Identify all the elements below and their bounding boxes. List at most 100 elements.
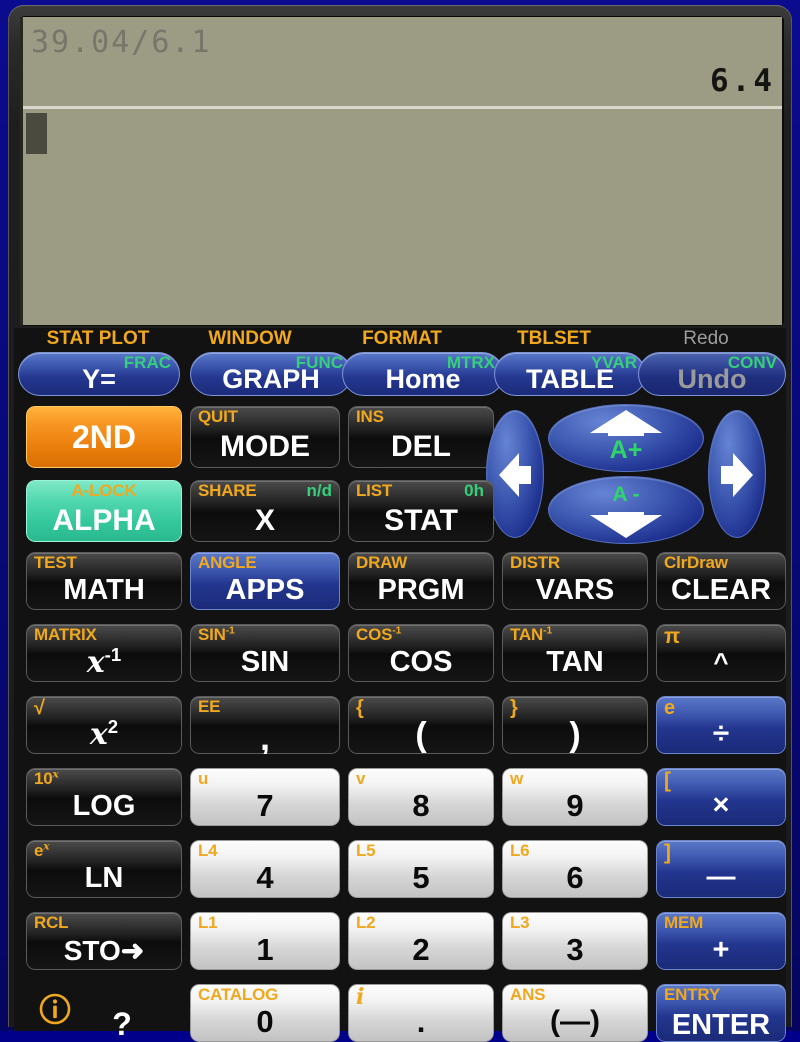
key-x-inverse[interactable]: MATRIX x-1 [26,624,182,682]
key-multiply[interactable]: [ × [656,768,786,826]
key-8[interactable]: v 8 [348,768,494,826]
key-8-label: 8 [412,788,430,823]
key-info-label: ? [112,1006,132,1042]
key-sin[interactable]: SIN-1 SIN [190,624,340,682]
key-vars[interactable]: DISTR VARS [502,552,648,610]
key-home[interactable]: MTRX Home [342,352,504,396]
key-arrow-left[interactable] [486,410,544,538]
label-tblset: TBLSET [517,328,591,349]
key-math-label: MATH [63,574,145,606]
key-0-secondary: CATALOG [198,985,279,1004]
key-del-label: DEL [391,430,451,463]
key-4-secondary: L4 [198,841,218,860]
key-3-secondary: L3 [510,913,530,932]
key-6-label: 6 [566,860,584,895]
key-1[interactable]: L1 1 [190,912,340,970]
key-y-equals[interactable]: FRAC Y= [18,352,180,396]
key-clear[interactable]: ClrDraw CLEAR [656,552,786,610]
key-x-squared[interactable]: √ x2 [26,696,182,754]
key-4[interactable]: L4 4 [190,840,340,898]
key-minus-secondary: ] [664,841,671,864]
key-divide[interactable]: e ÷ [656,696,786,754]
key-log[interactable]: 10x LOG [26,768,182,826]
key-store-label: STO➜ [63,935,145,966]
key-enter[interactable]: ENTRY ENTER [656,984,786,1042]
key-cos-label: COS [389,646,453,678]
key-power[interactable]: π ^ [656,624,786,682]
key-store[interactable]: RCL STO➜ [26,912,182,970]
key-2nd-label: 2ND [71,419,136,455]
key-0-label: 0 [256,1004,274,1039]
key-5[interactable]: L5 5 [348,840,494,898]
key-arrow-right[interactable] [708,410,766,538]
key-x[interactable]: SHARE n/d X [190,480,340,542]
key-prgm[interactable]: DRAW PRGM [348,552,494,610]
key-del[interactable]: INS DEL [348,406,494,468]
key-negate[interactable]: ANS (—) [502,984,648,1042]
key-negate-label: (—) [550,1005,600,1038]
key-mode-secondary: QUIT [198,407,238,426]
key-7[interactable]: u 7 [190,768,340,826]
key-graph[interactable]: FUNC GRAPH [190,352,352,396]
function-row-labels: STAT PLOT WINDOW FORMAT TBLSET Redo [14,328,786,350]
key-multiply-secondary: [ [664,769,671,792]
key-3[interactable]: L3 3 [502,912,648,970]
key-arrow-up[interactable]: A+ [548,404,704,472]
key-divide-label: ÷ [712,717,730,750]
label-stat-plot: STAT PLOT [46,328,150,349]
key-log-label: LOG [72,790,136,822]
label-format: FORMAT [362,328,442,349]
key-arrow-down[interactable]: A - [548,476,704,544]
key-7-label: 7 [256,788,274,823]
key-comma-label: , [259,717,270,755]
key-x-inverse-label: x-1 [86,644,122,680]
key-2[interactable]: L2 2 [348,912,494,970]
key-minus[interactable]: ] — [656,840,786,898]
key-enter-secondary: ENTRY [664,985,720,1004]
key-negate-secondary: ANS [510,985,546,1004]
key-plus[interactable]: MEM + [656,912,786,970]
key-0[interactable]: CATALOG 0 [190,984,340,1042]
key-home-label: Home [385,364,461,394]
label-redo: Redo [683,328,729,349]
key-arrow-down-label: A - [612,483,640,506]
key-math-secondary: TEST [34,553,77,572]
key-tan-secondary: TAN-1 [510,624,553,644]
key-decimal-point-label: . [416,1004,426,1039]
key-undo[interactable]: CONV Undo [638,352,786,396]
dpad: A+ A - [486,404,786,544]
key-left-paren[interactable]: { ( [348,696,494,754]
key-mode[interactable]: QUIT MODE [190,406,340,468]
calculator-device: 39.04/6.1 6.4 STAT PLOT WINDOW FORMAT TB… [0,0,800,1042]
key-9[interactable]: w 9 [502,768,648,826]
key-graph-label: GRAPH [222,364,320,394]
up-arrow-icon [590,410,662,436]
key-ln-label: LN [84,862,124,894]
key-math[interactable]: TEST MATH [26,552,182,610]
key-right-paren[interactable]: } ) [502,696,648,754]
key-decimal-point[interactable]: i . [348,984,494,1042]
key-prgm-secondary: DRAW [356,553,408,572]
key-info[interactable]: ? [26,984,182,1042]
key-stat[interactable]: LIST 0h STAT [348,480,494,542]
key-alpha[interactable]: A-LOCK ALPHA [26,480,182,542]
key-2nd[interactable]: 2ND [26,406,182,468]
key-comma[interactable]: EE , [190,696,340,754]
key-right-paren-secondary: } [510,697,518,719]
key-x-secondary: SHARE [198,481,257,500]
key-9-label: 9 [566,788,584,823]
key-right-paren-label: ) [569,716,581,754]
key-y-equals-label: Y= [82,364,116,394]
key-cos-secondary: COS-1 [356,624,402,644]
key-stat-secondary: LIST [356,481,393,500]
key-6[interactable]: L6 6 [502,840,648,898]
lcd-screen[interactable]: 39.04/6.1 6.4 [20,17,782,325]
key-prgm-label: PRGM [377,574,465,606]
key-x-label: X [254,504,275,537]
keypad: STAT PLOT WINDOW FORMAT TBLSET Redo FRAC… [14,328,786,1042]
key-table[interactable]: YVAR TABLE [494,352,646,396]
key-cos[interactable]: COS-1 COS [348,624,494,682]
key-apps[interactable]: ANGLE APPS [190,552,340,610]
key-tan[interactable]: TAN-1 TAN [502,624,648,682]
key-ln[interactable]: ex LN [26,840,182,898]
